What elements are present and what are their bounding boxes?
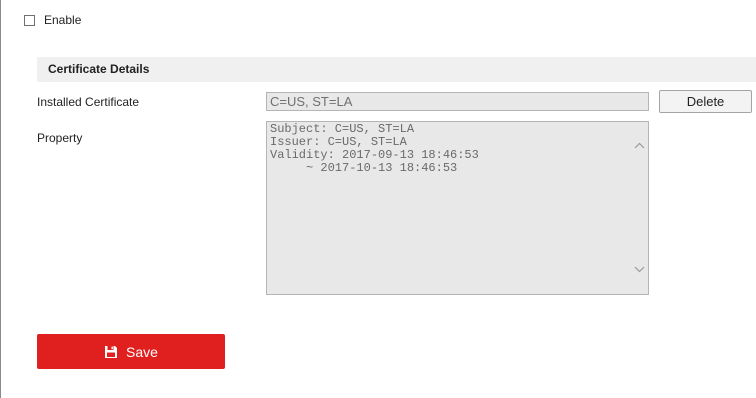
save-button[interactable]: Save [37,334,225,369]
enable-row[interactable]: Enable [24,12,81,28]
chevron-up-icon[interactable] [633,139,646,152]
property-scrollbar[interactable] [631,122,648,294]
delete-button[interactable]: Delete [659,90,752,113]
floppy-disk-icon [105,345,118,358]
certificate-details-header: Certificate Details [37,57,756,82]
page-frame: Enable Certificate Details Installed Cer… [0,0,756,398]
installed-certificate-label: Installed Certificate [37,95,140,109]
property-text: Subject: C=US, ST=LA Issuer: C=US, ST=LA… [270,122,479,175]
enable-label: Enable [44,13,82,27]
chevron-down-icon[interactable] [633,263,646,276]
enable-checkbox[interactable] [24,14,35,26]
save-label: Save [126,343,158,360]
property-label: Property [37,131,83,145]
property-textarea[interactable]: Subject: C=US, ST=LA Issuer: C=US, ST=LA… [266,121,649,295]
installed-certificate-field: C=US, ST=LA [266,92,649,111]
